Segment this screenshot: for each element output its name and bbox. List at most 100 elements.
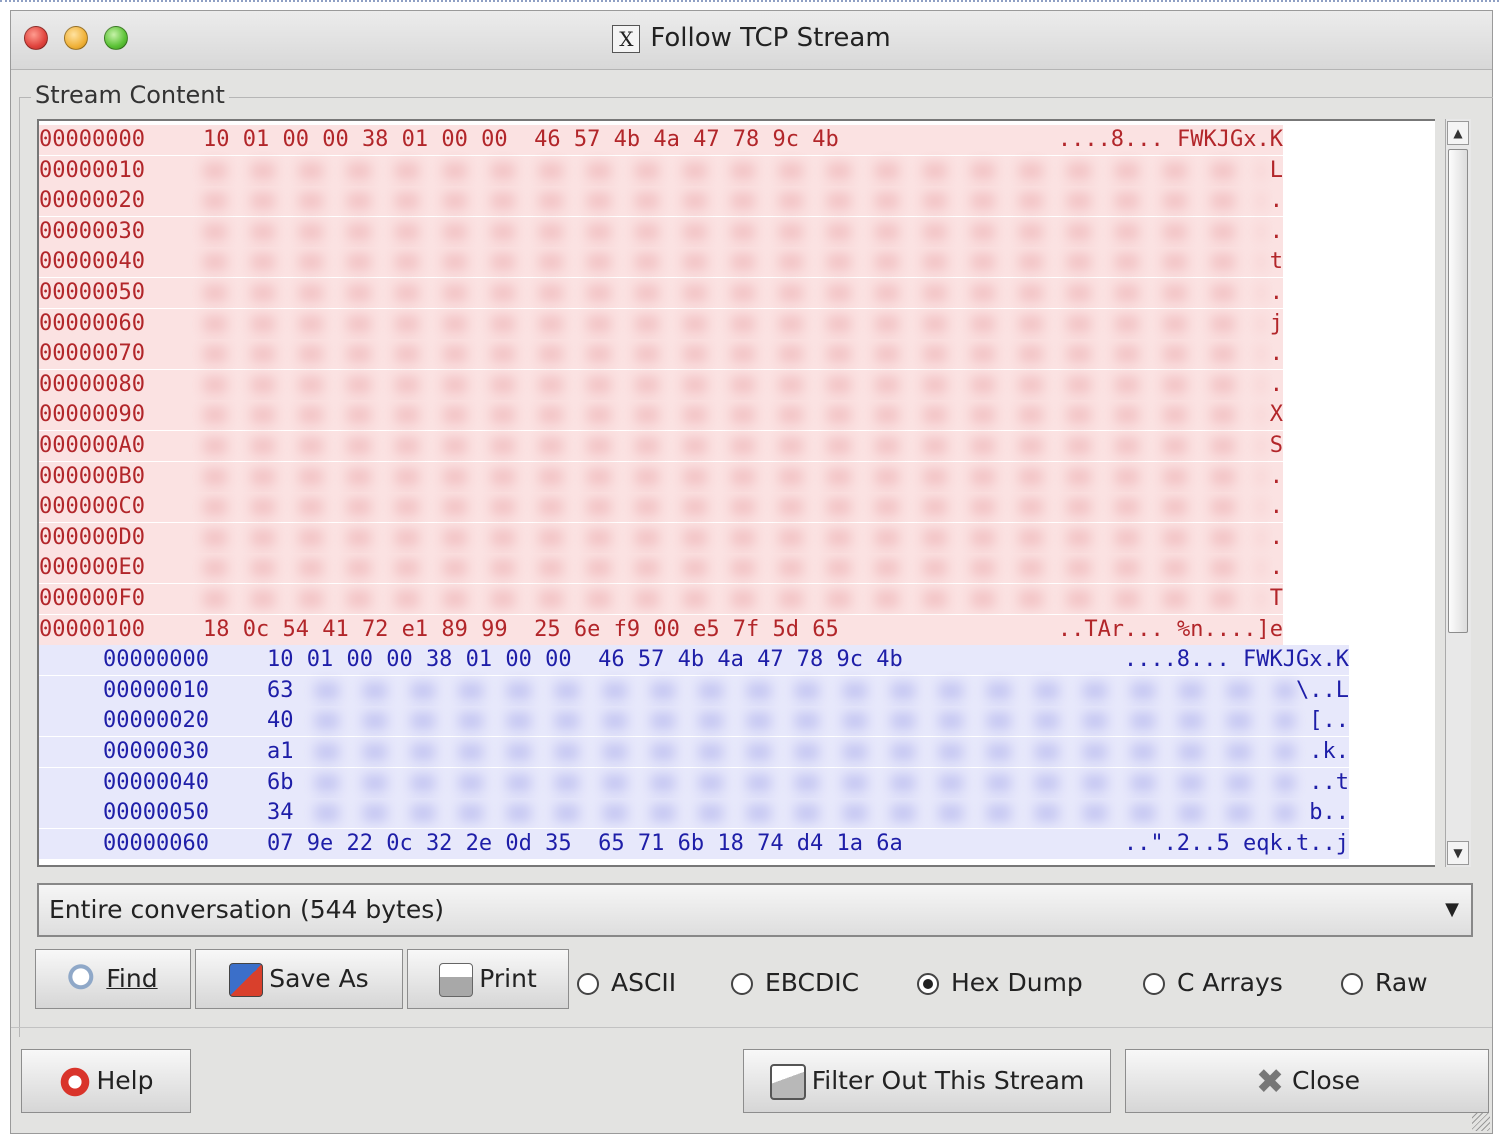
- ascii-text: T: [1269, 586, 1283, 611]
- help-button-label: Help: [96, 1066, 154, 1095]
- redacted-bytes: [203, 284, 1263, 302]
- ascii-text: t: [1269, 249, 1283, 275]
- server-hex-row: 00000020 40 [..: [39, 706, 1349, 737]
- radio-hex-dump[interactable]: Hex Dump: [917, 963, 1083, 1003]
- redacted-bytes: [203, 253, 1263, 272]
- hex-offset: 000000B0: [39, 463, 145, 489]
- filter-out-button-label: Filter Out This Stream: [811, 1066, 1085, 1095]
- redacted-bytes: [315, 743, 1295, 761]
- hex-offset: 000000D0: [39, 524, 145, 550]
- radio-ascii-label: ASCII: [611, 968, 677, 997]
- ascii-text: ....8... FWKJGx.K: [1123, 647, 1349, 673]
- redacted-bytes: [315, 773, 1295, 792]
- redacted-bytes: [203, 590, 1263, 608]
- redacted-bytes: [203, 559, 1263, 578]
- client-hex-row: 00000050.: [39, 278, 1283, 308]
- client-hex-row: 000000A0 S: [39, 431, 1283, 461]
- radio-c-arrays-label: C Arrays: [1177, 968, 1283, 997]
- client-hex-row: 000000D0.: [39, 522, 1283, 553]
- window-selection-border: [0, 0, 1499, 6]
- print-button[interactable]: Print: [407, 949, 569, 1009]
- title-bar[interactable]: X Follow TCP Stream: [11, 11, 1492, 70]
- ascii-text: .: [1269, 371, 1283, 397]
- hex-offset: 00000010: [39, 157, 145, 183]
- ascii-text: ..TAr... %n....]e: [1057, 616, 1283, 642]
- radio-ascii[interactable]: ASCII: [577, 963, 676, 1003]
- find-button[interactable]: Find: [35, 949, 191, 1009]
- ascii-text: \..L: [1296, 677, 1349, 703]
- redacted-bytes: [203, 437, 1263, 455]
- follow-tcp-stream-window: X Follow TCP Stream Stream Content 000000…: [10, 10, 1493, 1134]
- hex-offset: 00000000: [103, 647, 209, 673]
- hex-offset: 00000020: [39, 188, 145, 214]
- ascii-text: ..".2..5 eqk.t..j: [1123, 830, 1349, 856]
- window-title: Follow TCP Stream: [650, 23, 891, 53]
- hex-bytes: 34: [267, 800, 294, 826]
- client-hex-row: 00000070.: [39, 339, 1283, 370]
- server-hex-row: 00000010 63 \..L: [39, 675, 1349, 706]
- radio-ebcdic-dot[interactable]: [731, 973, 753, 995]
- help-button[interactable]: Help: [21, 1049, 191, 1113]
- close-button[interactable]: ✖ Close: [1125, 1049, 1489, 1113]
- radio-raw-label: Raw: [1375, 968, 1428, 997]
- radio-ebcdic-label: EBCDIC: [765, 968, 860, 997]
- lifebuoy-help-icon: [58, 1066, 91, 1098]
- hex-offset: 00000020: [103, 708, 209, 734]
- redacted-bytes: [315, 681, 1295, 700]
- save-as-button-label: Save As: [269, 964, 369, 993]
- ascii-text: .: [1269, 341, 1283, 367]
- client-hex-row: 00000060 j: [39, 308, 1283, 339]
- hex-offset: 00000010: [103, 677, 209, 703]
- client-hex-row: 000000B0.: [39, 461, 1283, 492]
- stream-content-label: Stream Content: [31, 81, 229, 109]
- stream-content-textview[interactable]: 00000000 10 01 00 00 38 01 00 00 46 57 4b…: [37, 119, 1435, 867]
- scrollbar-thumb[interactable]: [1448, 149, 1468, 633]
- radio-c-arrays-dot[interactable]: [1143, 973, 1165, 995]
- hex-bytes: 07 9e 22 0c 32 2e 0d 35 65 71 6b 18 74 d…: [267, 830, 903, 856]
- hex-offset: 000000C0: [39, 494, 145, 520]
- ascii-text: .: [1269, 188, 1283, 214]
- dropdown-arrow-icon[interactable]: ▼: [1441, 899, 1463, 921]
- redacted-bytes: [315, 712, 1295, 731]
- client-hex-row: 000000C0.: [39, 492, 1283, 523]
- hex-offset: 00000100: [39, 616, 145, 642]
- scroll-up-arrow-icon[interactable]: ▲: [1447, 121, 1469, 145]
- ascii-text: S: [1269, 433, 1283, 458]
- ascii-text: j: [1269, 310, 1283, 336]
- hex-bytes: a1: [267, 739, 294, 764]
- conversation-select[interactable]: Entire conversation (544 bytes) ▼: [37, 883, 1473, 937]
- conversation-select-value: Entire conversation (544 bytes): [49, 895, 445, 924]
- printer-icon: [439, 963, 474, 997]
- resize-grip[interactable]: [1472, 1113, 1490, 1131]
- button-row-separator: [11, 1027, 1492, 1028]
- redacted-bytes: [203, 345, 1263, 364]
- ascii-text: .: [1269, 218, 1283, 244]
- hex-offset: 00000040: [39, 249, 145, 275]
- ascii-text: ..t: [1309, 769, 1349, 795]
- client-hex-row: 000000E0.: [39, 553, 1283, 584]
- print-button-label: Print: [479, 964, 537, 993]
- save-as-button[interactable]: Save As: [195, 949, 403, 1009]
- redacted-bytes: [315, 804, 1295, 823]
- filter-out-stream-button[interactable]: Filter Out This Stream: [743, 1049, 1111, 1113]
- radio-c-arrays[interactable]: C Arrays: [1143, 963, 1283, 1003]
- x11-app-icon: X: [612, 24, 641, 53]
- ascii-text: X: [1269, 402, 1283, 428]
- client-hex-row: 00000100 18 0c 54 41 72 e1 89 99 25 6e f9…: [39, 614, 1283, 645]
- radio-raw[interactable]: Raw: [1341, 963, 1428, 1003]
- hex-offset: 00000070: [39, 341, 145, 367]
- hex-offset: 00000060: [103, 830, 209, 856]
- radio-raw-dot[interactable]: [1341, 973, 1363, 995]
- close-x-icon: ✖: [1255, 1062, 1285, 1102]
- radio-hex-dump-dot[interactable]: [917, 973, 939, 995]
- hex-bytes: 18 0c 54 41 72 e1 89 99 25 6e f9 00 e5 7…: [203, 616, 839, 642]
- ascii-text: ....8... FWKJGx.K: [1057, 127, 1283, 152]
- radio-ebcdic[interactable]: EBCDIC: [731, 963, 859, 1003]
- ascii-text: .: [1269, 463, 1283, 489]
- ascii-text: .: [1269, 494, 1283, 520]
- hex-offset: 00000030: [39, 218, 145, 244]
- server-hex-row: 00000030 a1 .k.: [39, 737, 1349, 767]
- vertical-scrollbar[interactable]: ▲ ▼: [1445, 119, 1471, 867]
- scroll-down-arrow-icon[interactable]: ▼: [1447, 841, 1469, 865]
- radio-ascii-dot[interactable]: [577, 973, 599, 995]
